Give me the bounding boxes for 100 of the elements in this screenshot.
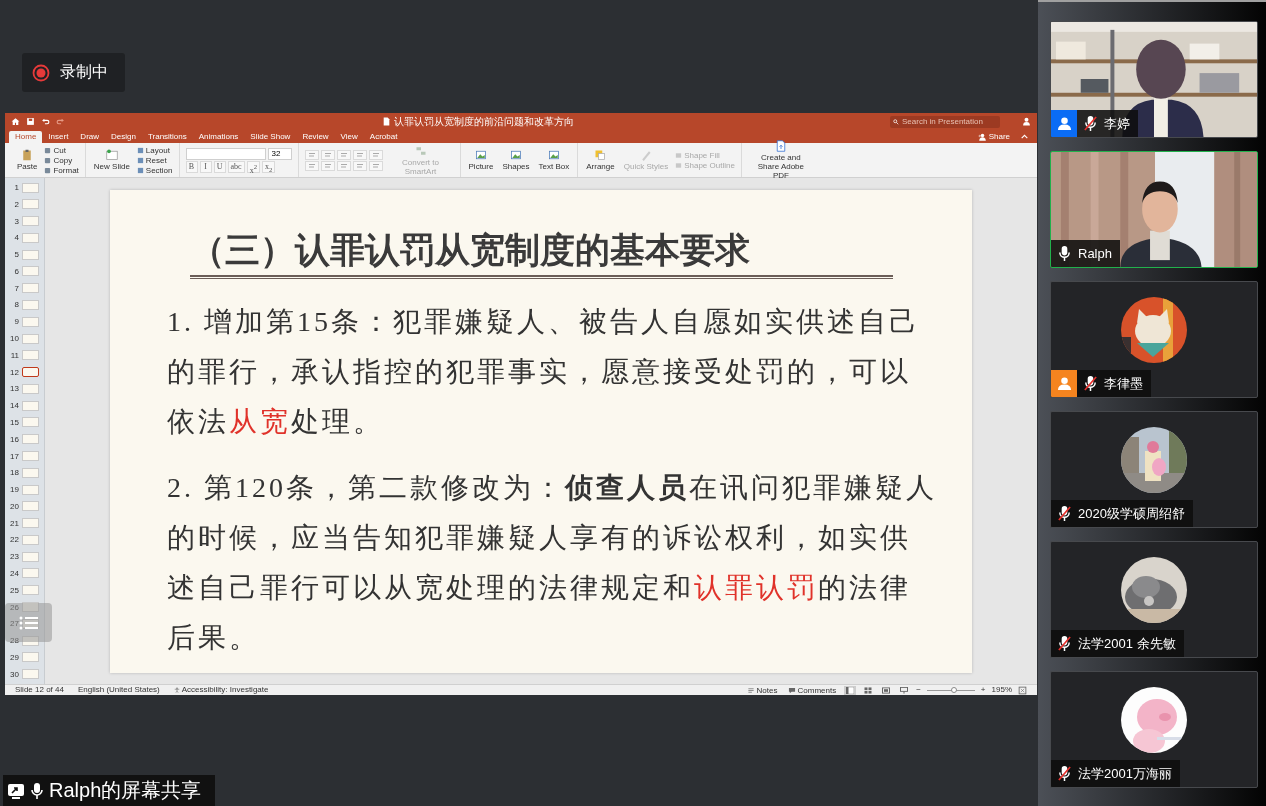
ribbon-tab[interactable]: Insert: [42, 131, 75, 143]
fit-to-window-icon: [1018, 685, 1027, 695]
slide-thumbnail[interactable]: 18: [5, 465, 44, 481]
slide-thumbnail[interactable]: 13: [5, 381, 44, 397]
font-name-field[interactable]: [185, 147, 266, 160]
participant-name: 法学2001万海丽: [1078, 764, 1172, 783]
create-pdf-button[interactable]: Create and Share Adobe PDF: [747, 140, 814, 180]
slide-thumbnail[interactable]: 5: [5, 247, 44, 263]
text-style-button[interactable]: x$^{2}$: [246, 160, 260, 173]
slide-thumbnail[interactable]: 25: [5, 582, 44, 598]
slide-thumbnail[interactable]: 17: [5, 448, 44, 464]
copy-button[interactable]: Copy: [44, 155, 79, 165]
font-size-field[interactable]: 32: [267, 147, 292, 160]
slide-thumbnail[interactable]: 23: [5, 549, 44, 565]
participant-tile[interactable]: 李婷: [1050, 21, 1258, 138]
view-button[interactable]: [844, 685, 857, 695]
participant-tile[interactable]: 李律墨: [1050, 281, 1258, 398]
paragraph-format-button[interactable]: [352, 160, 367, 171]
text-box-button[interactable]: Text Box: [536, 149, 572, 171]
slide-thumbnail[interactable]: 12: [5, 364, 44, 380]
document-icon: [381, 117, 391, 126]
ribbon-tab[interactable]: Draw: [74, 131, 106, 143]
layout-button[interactable]: Layout: [136, 145, 173, 155]
text-style-button[interactable]: U: [213, 160, 226, 173]
ribbon-tab[interactable]: Slide Show: [244, 131, 297, 143]
zoom-out-button[interactable]: −: [916, 685, 921, 695]
participant-name: 李婷: [1104, 114, 1130, 133]
participant-tile[interactable]: Ralph: [1050, 151, 1258, 268]
user-icon: [1056, 376, 1072, 391]
image-icon: [474, 149, 487, 161]
paragraph-format-button[interactable]: [336, 149, 351, 160]
paragraph-format-button[interactable]: [336, 160, 351, 171]
list-icon: [18, 614, 39, 631]
view-button[interactable]: [862, 685, 875, 695]
screen-icon: [900, 686, 909, 694]
picture-button[interactable]: Picture: [466, 149, 496, 171]
ribbon-tab[interactable]: Review: [296, 131, 335, 143]
slide-thumbnail[interactable]: 9: [5, 314, 44, 330]
smartart-icon: [414, 144, 427, 157]
slide-thumbnail[interactable]: 11: [5, 347, 44, 363]
participant-name: Ralph: [1078, 246, 1112, 261]
view-button[interactable]: [880, 685, 893, 695]
slide-thumbnail[interactable]: 2: [5, 196, 44, 212]
notes-button[interactable]: Notes: [744, 685, 780, 695]
search-field[interactable]: Search in Presentation: [890, 115, 1000, 128]
paragraph-format-button[interactable]: [304, 149, 319, 160]
slide-thumbnail[interactable]: 14: [5, 398, 44, 414]
slide-thumbnail[interactable]: 8: [5, 297, 44, 313]
zoom-percentage: 195%: [991, 685, 1012, 695]
paragraph-format-button[interactable]: [368, 149, 383, 160]
slide-thumbnail[interactable]: 10: [5, 331, 44, 347]
section-button[interactable]: Section: [136, 165, 173, 175]
slide-thumbnail[interactable]: 4: [5, 230, 44, 246]
ribbon-tab[interactable]: Acrobat: [363, 131, 404, 143]
participant-tile[interactable]: 2020级学硕周绍舒: [1050, 411, 1258, 528]
arrange-button[interactable]: Arrange: [584, 149, 617, 171]
new-slide-button[interactable]: New Slide: [91, 149, 132, 171]
slide-thumbnail[interactable]: 19: [5, 482, 44, 498]
slider-thumb[interactable]: [950, 687, 957, 693]
zoom-in-button[interactable]: +: [980, 685, 986, 695]
ribbon-tab[interactable]: Design: [105, 131, 142, 143]
floating-menu[interactable]: [5, 603, 52, 642]
slide-thumbnail[interactable]: 15: [5, 414, 44, 430]
ribbon-tab[interactable]: Home: [9, 131, 43, 143]
text-style-button[interactable]: x$_{2}$: [261, 160, 276, 173]
reset-button[interactable]: Reset: [136, 155, 173, 165]
slide-thumbnail[interactable]: 1: [5, 180, 44, 195]
view-button[interactable]: [898, 685, 911, 695]
slide-icon: [105, 149, 118, 161]
paragraph-format-button[interactable]: [368, 160, 383, 171]
paragraph-format-button[interactable]: [352, 149, 367, 160]
slide-thumbnail[interactable]: 24: [5, 565, 44, 581]
ribbon-tab[interactable]: Animations: [192, 131, 245, 143]
share-button[interactable]: Share: [971, 132, 1016, 143]
paste-button[interactable]: Paste: [15, 149, 40, 171]
slide-thumbnail[interactable]: 6: [5, 263, 44, 279]
comments-button[interactable]: Comments: [785, 685, 839, 695]
slide-title: （三）认罪认罚从宽制度的基本要求: [190, 228, 751, 272]
paragraph-format-button[interactable]: [304, 160, 319, 171]
slide-thumbnail[interactable]: 22: [5, 532, 44, 548]
slide-thumbnail[interactable]: 16: [5, 431, 44, 447]
cut-button[interactable]: Cut: [44, 145, 79, 155]
participant-tile[interactable]: 法学2001 余先敏: [1050, 541, 1258, 658]
paragraph-format-button[interactable]: [320, 149, 335, 160]
slide-thumbnail[interactable]: 20: [5, 498, 44, 514]
ribbon-tab[interactable]: Transitions: [141, 131, 193, 143]
participant-tile[interactable]: 法学2001万海丽: [1050, 671, 1258, 788]
slide-thumbnail[interactable]: 7: [5, 280, 44, 296]
format-painter-button[interactable]: Format: [44, 165, 79, 175]
text-style-button[interactable]: abc: [227, 160, 245, 173]
paragraph-format-button[interactable]: [320, 160, 335, 171]
text-style-button[interactable]: B: [185, 160, 198, 173]
slide-thumbnail[interactable]: 21: [5, 515, 44, 531]
accessibility-status[interactable]: Accessibility: Investigate: [173, 685, 269, 695]
slide-thumbnail[interactable]: 30: [5, 666, 44, 682]
shapes-button[interactable]: Shapes: [500, 149, 532, 171]
slide-thumbnail[interactable]: 3: [5, 213, 44, 229]
ribbon-tab[interactable]: View: [334, 131, 364, 143]
text-style-button[interactable]: I: [199, 160, 212, 173]
slide-thumbnail[interactable]: 29: [5, 649, 44, 665]
